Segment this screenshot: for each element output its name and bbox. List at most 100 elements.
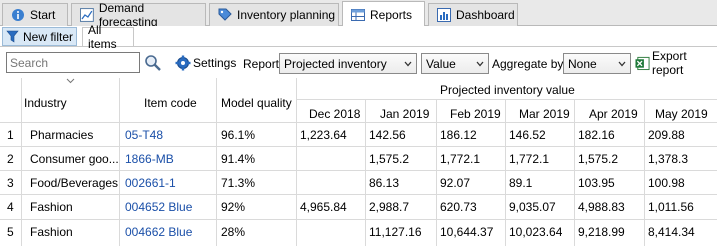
tab-reports[interactable]: Reports xyxy=(342,1,425,27)
value-cell: 1,223.64 xyxy=(300,128,347,142)
tab-inventory-planning[interactable]: Inventory planning xyxy=(209,3,339,26)
item-code-link[interactable]: 05-T48 xyxy=(125,128,163,142)
grid-divider xyxy=(21,78,22,246)
industry-cell: Consumer goo... xyxy=(30,152,118,166)
value-cell: 9,035.07 xyxy=(509,200,556,214)
column-header-may-2019[interactable]: May 2019 xyxy=(655,107,708,121)
tag-icon xyxy=(218,8,232,21)
value-cell: 103.95 xyxy=(578,176,615,190)
value-cell: 1,575.2 xyxy=(578,152,619,166)
settings-button[interactable]: Settings xyxy=(175,53,236,73)
tab-inventory-planning-label: Inventory planning xyxy=(237,8,336,22)
value-cell: 182.16 xyxy=(578,128,615,142)
row-number: 1 xyxy=(7,128,14,142)
metric-select[interactable]: Value xyxy=(421,53,489,74)
column-header-apr-2019[interactable]: Apr 2019 xyxy=(589,107,638,121)
info-icon xyxy=(12,9,24,21)
chevron-down-icon xyxy=(618,61,626,67)
value-cell: 10,644.37 xyxy=(440,225,494,239)
sort-indicator-icon xyxy=(66,78,75,84)
value-cell: 8,414.34 xyxy=(648,225,695,239)
column-group-projected-inventory-value: Projected inventory value xyxy=(440,83,575,97)
value-cell: 89.1 xyxy=(509,176,533,190)
search-input[interactable] xyxy=(6,52,140,73)
industry-cell: Food/Beverages xyxy=(30,176,118,190)
bar-chart-icon xyxy=(437,8,451,22)
report-toolbar: Settings Report Projected inventory Valu… xyxy=(0,48,717,78)
value-cell: 92.07 xyxy=(440,176,471,190)
all-items-label: All items xyxy=(88,23,117,51)
tab-dashboard[interactable]: Dashboard xyxy=(428,3,518,26)
aggregate-select-value: None xyxy=(568,56,597,71)
grid-divider xyxy=(119,78,120,246)
tab-reports-label: Reports xyxy=(370,7,413,22)
value-cell: 1,011.56 xyxy=(648,200,694,214)
settings-label: Settings xyxy=(193,56,237,70)
column-header-item-code[interactable]: Item code xyxy=(144,96,197,110)
item-code-link[interactable]: 1866-MB xyxy=(125,152,174,166)
grid-divider xyxy=(0,170,717,171)
grid-divider xyxy=(296,78,297,246)
report-select-value: Projected inventory xyxy=(284,56,387,71)
item-code-link[interactable]: 004652 Blue xyxy=(125,200,192,214)
model-quality-cell: 71.3% xyxy=(221,176,256,190)
value-cell: 1,575.2 xyxy=(369,152,410,166)
grid-divider xyxy=(0,122,717,123)
item-code-link[interactable]: 004662 Blue xyxy=(125,225,192,239)
export-report-button[interactable]: Export report xyxy=(635,49,717,77)
new-filter-button[interactable]: New filter xyxy=(2,27,77,46)
tab-start[interactable]: Start xyxy=(2,3,68,26)
new-filter-label: New filter xyxy=(23,29,74,44)
value-cell: 146.52 xyxy=(509,128,546,142)
model-quality-cell: 96.1% xyxy=(221,128,256,142)
report-table: Industry Item code Model quality Project… xyxy=(0,78,717,246)
tab-dashboard-label: Dashboard xyxy=(456,8,515,22)
chevron-down-icon xyxy=(404,61,412,67)
value-cell: 142.56 xyxy=(369,128,406,142)
filter-tab-bar: New filter All items xyxy=(0,23,717,51)
model-quality-cell: 91.4% xyxy=(221,152,256,166)
row-number: 4 xyxy=(7,200,14,214)
column-header-model-quality[interactable]: Model quality xyxy=(221,96,292,110)
report-label: Report xyxy=(243,57,280,71)
value-cell: 11,127.16 xyxy=(369,225,422,239)
chevron-down-icon xyxy=(476,61,484,67)
industry-cell: Fashion xyxy=(30,225,73,239)
column-header-feb-2019[interactable]: Feb 2019 xyxy=(450,107,501,121)
row-number: 5 xyxy=(7,225,14,239)
aggregate-label: Aggregate by xyxy=(492,57,564,71)
value-cell: 86.13 xyxy=(369,176,400,190)
filter-icon xyxy=(6,30,19,43)
column-header-mar-2019[interactable]: Mar 2019 xyxy=(519,107,570,121)
value-cell: 100.98 xyxy=(648,176,685,190)
column-header-dec-2018[interactable]: Dec 2018 xyxy=(309,107,360,121)
metric-select-value: Value xyxy=(426,56,456,71)
grid-divider xyxy=(0,146,717,147)
chart-icon xyxy=(80,8,94,22)
search-icon[interactable] xyxy=(143,53,163,73)
excel-export-icon xyxy=(635,56,650,71)
column-header-industry[interactable]: Industry xyxy=(24,96,67,110)
grid-divider xyxy=(0,219,717,220)
value-cell: 10,023.64 xyxy=(509,225,563,239)
report-select[interactable]: Projected inventory xyxy=(279,53,417,74)
value-cell: 620.73 xyxy=(440,200,477,214)
industry-cell: Pharmacies xyxy=(30,128,94,142)
value-cell: 1,378.3 xyxy=(648,152,689,166)
tab-start-label: Start xyxy=(30,8,56,22)
value-cell: 1,772.1 xyxy=(440,152,481,166)
export-report-label: Export report xyxy=(652,49,687,77)
value-cell: 9,218.99 xyxy=(578,225,625,239)
grid-divider xyxy=(296,99,717,100)
grid-divider xyxy=(0,194,717,195)
tab-all-items[interactable]: All items xyxy=(82,23,134,51)
value-cell: 4,988.83 xyxy=(578,200,625,214)
row-number: 2 xyxy=(7,152,14,166)
item-code-link[interactable]: 002661-1 xyxy=(125,176,176,190)
table-icon xyxy=(351,8,365,21)
industry-cell: Fashion xyxy=(30,200,73,214)
value-cell: 4,965.84 xyxy=(300,200,347,214)
value-cell: 2,988.7 xyxy=(369,200,410,214)
column-header-jan-2019[interactable]: Jan 2019 xyxy=(380,107,429,121)
aggregate-select[interactable]: None xyxy=(563,53,631,74)
